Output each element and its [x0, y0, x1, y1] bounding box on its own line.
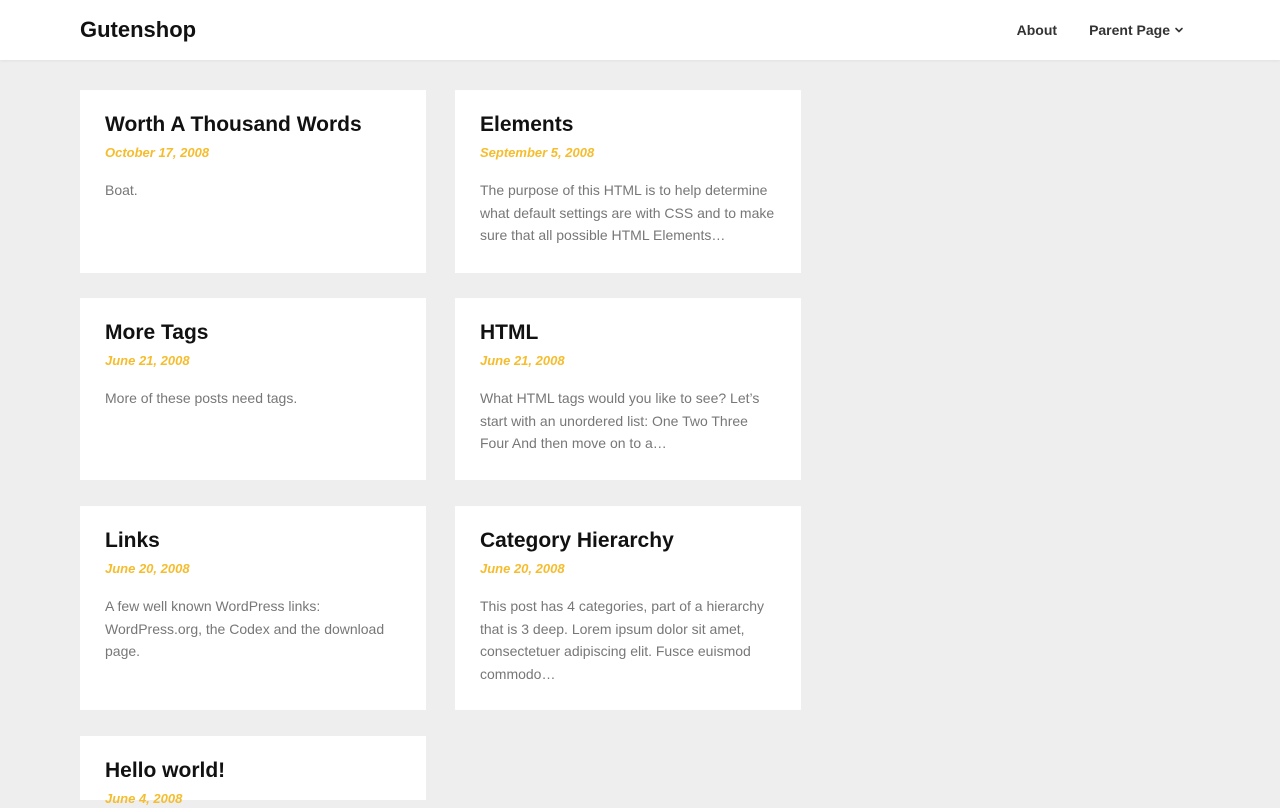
post-card: Category Hierarchy June 20, 2008 This po… — [455, 506, 801, 710]
post-card: More Tags June 21, 2008 More of these po… — [80, 298, 426, 480]
post-title[interactable]: Worth A Thousand Words — [105, 112, 401, 138]
post-title[interactable]: Hello world! — [105, 758, 401, 784]
post-excerpt: A few well known WordPress links: WordPr… — [105, 598, 385, 659]
post-card: Links June 20, 2008 A few well known Wor… — [80, 506, 426, 710]
post-date[interactable]: June 20, 2008 — [105, 560, 401, 578]
post-excerpt: More of these posts need tags. — [105, 390, 298, 406]
main-nav: About Parent Page — [1017, 20, 1184, 40]
nav-item-parent-page[interactable]: Parent Page — [1089, 20, 1184, 40]
post-date[interactable]: June 4, 2008 — [105, 790, 401, 808]
post-excerpt: Boat. — [105, 182, 138, 198]
nav-item-label: About — [1016, 22, 1058, 38]
post-date[interactable]: June 20, 2008 — [480, 560, 776, 578]
chevron-down-icon — [1175, 27, 1183, 33]
nav-item-about[interactable]: About — [1017, 20, 1057, 40]
nav-item-label: Parent Page — [1089, 22, 1170, 38]
post-card: Elements September 5, 2008 The purpose o… — [455, 90, 801, 273]
post-title[interactable]: Links — [105, 528, 401, 554]
post-card: Hello world! June 4, 2008 — [80, 736, 426, 806]
post-card: HTML June 21, 2008 What HTML tags would … — [455, 298, 801, 480]
post-excerpt: This post has 4 categories, part of a hi… — [480, 598, 765, 682]
post-title[interactable]: HTML — [480, 320, 776, 346]
site-header: Gutenshop About Parent Page — [0, 0, 1280, 60]
post-date[interactable]: September 5, 2008 — [480, 144, 776, 162]
post-date[interactable]: June 21, 2008 — [480, 352, 776, 370]
post-title[interactable]: Elements — [480, 112, 776, 138]
post-date[interactable]: October 17, 2008 — [105, 144, 401, 162]
post-excerpt: What HTML tags would you like to see? Le… — [480, 390, 760, 451]
site-title[interactable]: Gutenshop — [80, 15, 196, 45]
post-excerpt: The purpose of this HTML is to help dete… — [480, 182, 775, 243]
post-title[interactable]: More Tags — [105, 320, 401, 346]
post-title[interactable]: Category Hierarchy — [480, 528, 776, 554]
post-card: Worth A Thousand Words October 17, 2008 … — [80, 90, 426, 273]
post-date[interactable]: June 21, 2008 — [105, 352, 401, 370]
